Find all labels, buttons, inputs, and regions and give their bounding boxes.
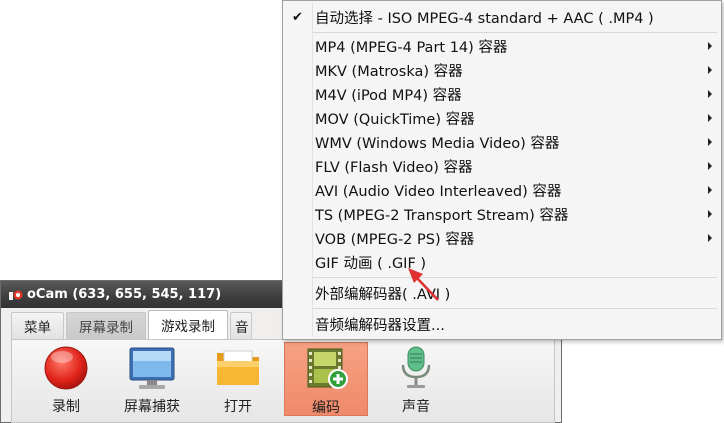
menu-item-audio-codec-settings[interactable]: 音频编解码器设置... xyxy=(285,312,719,336)
submenu-arrow-icon xyxy=(708,210,712,218)
film-add-icon xyxy=(302,346,350,392)
tab-screen-recording[interactable]: 屏幕录制 xyxy=(66,312,146,339)
menu-item-label: WMV (Windows Media Video) 容器 xyxy=(315,135,560,152)
menu-item-gif[interactable]: GIF 动画 ( .GIF ) xyxy=(285,250,719,274)
menu-item-label: FLV (Flash Video) 容器 xyxy=(315,159,473,176)
submenu-arrow-icon xyxy=(708,114,712,122)
sound-button[interactable]: 声音 xyxy=(374,342,458,416)
tool-label: 声音 xyxy=(402,399,430,415)
menu-item-mkv[interactable]: MKV (Matroska) 容器 xyxy=(285,58,719,82)
menu-separator xyxy=(313,308,717,309)
submenu-arrow-icon xyxy=(708,162,712,170)
submenu-arrow-icon xyxy=(708,90,712,98)
ocam-logo-icon xyxy=(9,289,23,301)
tab-game-recording[interactable]: 游戏录制 xyxy=(148,310,228,339)
tool-label: 录制 xyxy=(52,399,80,415)
submenu-arrow-icon xyxy=(708,186,712,194)
menu-item-external-codec[interactable]: 外部编解码器( .AVI ) xyxy=(285,281,719,305)
menu-item-label: M4V (iPod MP4) 容器 xyxy=(315,87,462,104)
check-icon: ✔ xyxy=(292,9,303,25)
submenu-arrow-icon xyxy=(708,42,712,50)
submenu-arrow-icon xyxy=(708,138,712,146)
menu-item-label: 自动选择 - ISO MPEG-4 standard + AAC ( .MP4 … xyxy=(315,10,654,27)
menu-item-flv[interactable]: FLV (Flash Video) 容器 xyxy=(285,154,719,178)
tool-label: 屏幕捕获 xyxy=(124,399,180,415)
record-button[interactable]: 录制 xyxy=(24,342,108,416)
menu-item-label: AVI (Audio Video Interleaved) 容器 xyxy=(315,183,562,200)
tab-menu[interactable]: 菜单 xyxy=(11,312,64,339)
menu-item-label: 音频编解码器设置... xyxy=(315,317,445,334)
tab-label: 音 xyxy=(235,320,249,336)
menu-item-label: 外部编解码器( .AVI ) xyxy=(315,286,451,303)
open-button[interactable]: 打开 xyxy=(196,342,280,416)
menu-item-label: MOV (QuickTime) 容器 xyxy=(315,111,475,128)
menu-item-label: MKV (Matroska) 容器 xyxy=(315,63,463,80)
menu-separator xyxy=(313,32,717,33)
submenu-arrow-icon xyxy=(708,66,712,74)
menu-item-auto-select[interactable]: ✔ 自动选择 - ISO MPEG-4 standard + AAC ( .MP… xyxy=(285,5,719,29)
screen-capture-button[interactable]: 屏幕捕获 xyxy=(110,342,194,416)
menu-item-ts[interactable]: TS (MPEG-2 Transport Stream) 容器 xyxy=(285,202,719,226)
record-icon xyxy=(42,345,90,391)
microphone-icon xyxy=(392,345,440,391)
menu-item-label: GIF 动画 ( .GIF ) xyxy=(315,255,427,272)
encode-button[interactable]: 编码 xyxy=(284,342,368,416)
menu-item-avi[interactable]: AVI (Audio Video Interleaved) 容器 xyxy=(285,178,719,202)
encode-context-menu: ✔ 自动选择 - ISO MPEG-4 standard + AAC ( .MP… xyxy=(282,0,722,340)
tab-label: 屏幕录制 xyxy=(79,320,133,336)
menu-item-wmv[interactable]: WMV (Windows Media Video) 容器 xyxy=(285,130,719,154)
menu-item-vob[interactable]: VOB (MPEG-2 PS) 容器 xyxy=(285,226,719,250)
menu-item-label: TS (MPEG-2 Transport Stream) 容器 xyxy=(315,207,569,224)
menu-item-label: VOB (MPEG-2 PS) 容器 xyxy=(315,231,475,248)
menu-item-mp4[interactable]: MP4 (MPEG-4 Part 14) 容器 xyxy=(285,34,719,58)
window-title: oCam (633, 655, 545, 117) xyxy=(27,287,222,302)
tab-audio-recording[interactable]: 音 xyxy=(230,312,252,339)
tab-label: 游戏录制 xyxy=(161,319,215,335)
monitor-icon xyxy=(128,345,176,391)
tool-label: 编码 xyxy=(312,400,340,416)
toolbar: 录制 屏幕捕获 打开 编码 声音 xyxy=(11,339,555,423)
menu-item-m4v[interactable]: M4V (iPod MP4) 容器 xyxy=(285,82,719,106)
tab-bar: 菜单 屏幕录制 游戏录制 音 xyxy=(11,310,254,339)
menu-separator xyxy=(313,277,717,278)
tool-label: 打开 xyxy=(224,399,252,415)
tab-label: 菜单 xyxy=(24,320,51,336)
menu-item-mov[interactable]: MOV (QuickTime) 容器 xyxy=(285,106,719,130)
submenu-arrow-icon xyxy=(708,234,712,242)
menu-item-label: MP4 (MPEG-4 Part 14) 容器 xyxy=(315,39,508,56)
folder-icon xyxy=(214,345,262,391)
